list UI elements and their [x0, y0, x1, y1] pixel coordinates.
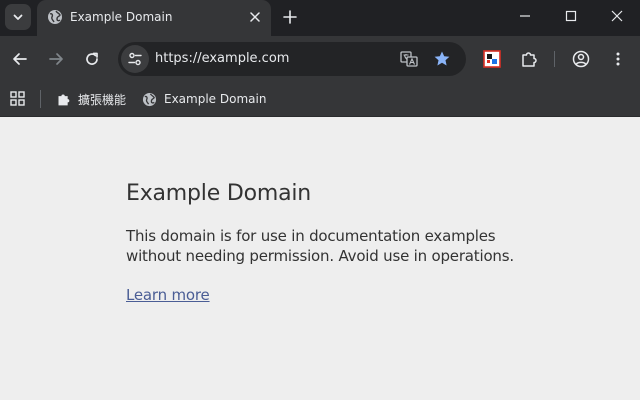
forward-button[interactable]	[44, 47, 68, 71]
bookmark-star-button[interactable]	[432, 50, 452, 68]
page-description: This domain is for use in documentation …	[126, 226, 526, 266]
arrow-right-icon	[49, 53, 63, 65]
address-bar[interactable]: https://example.com	[118, 42, 466, 76]
reload-button[interactable]	[80, 47, 104, 71]
plus-icon	[283, 10, 297, 24]
bookmark-label: Example Domain	[164, 92, 267, 106]
bookmarks-bar: 擴張機能 Example Domain	[0, 82, 640, 117]
new-tab-button[interactable]	[280, 7, 300, 27]
page-content: Example Domain This domain is for use in…	[0, 117, 640, 400]
minimize-icon	[520, 15, 530, 17]
translate-icon	[400, 51, 418, 67]
more-vertical-icon	[616, 52, 620, 66]
extension-app-icon	[483, 50, 501, 68]
toolbar-divider	[554, 51, 555, 67]
close-icon	[611, 10, 623, 22]
learn-more-link[interactable]: Learn more	[126, 285, 210, 305]
tune-icon	[128, 52, 142, 66]
back-button[interactable]	[8, 47, 32, 71]
bookmark-extensions[interactable]: 擴張機能	[56, 88, 126, 110]
tab-title: Example Domain	[70, 10, 173, 24]
extensions-menu-button[interactable]	[517, 47, 541, 71]
account-icon	[572, 50, 590, 68]
profile-button[interactable]	[569, 47, 593, 71]
maximize-icon	[565, 10, 577, 22]
tab-search-button[interactable]	[5, 4, 31, 30]
translate-button[interactable]	[399, 50, 419, 68]
globe-icon	[142, 92, 157, 106]
puzzle-icon	[58, 94, 70, 105]
close-window-button[interactable]	[594, 0, 640, 32]
bookmarks-divider	[40, 90, 41, 108]
maximize-button[interactable]	[548, 0, 594, 32]
menu-button[interactable]	[606, 47, 630, 71]
minimize-button[interactable]	[502, 0, 548, 32]
site-info-button[interactable]	[121, 45, 149, 73]
bookmark-label: 擴張機能	[78, 92, 127, 107]
globe-icon	[48, 10, 62, 24]
description-line-2: without needing permission. Avoid use in…	[126, 247, 514, 265]
reload-icon	[86, 52, 98, 65]
close-icon	[250, 12, 260, 22]
page-title: Example Domain	[126, 181, 312, 206]
bookmark-example-domain[interactable]: Example Domain	[142, 88, 266, 110]
active-tab[interactable]: Example Domain	[37, 0, 271, 36]
chevron-down-icon	[13, 14, 23, 20]
extension-button[interactable]	[480, 47, 504, 71]
description-line-1: This domain is for use in documentation …	[126, 227, 496, 245]
star-icon	[434, 51, 450, 66]
puzzle-icon	[522, 52, 537, 67]
apps-grid-icon[interactable]	[9, 90, 27, 108]
arrow-left-icon	[13, 53, 27, 65]
url-text[interactable]: https://example.com	[155, 51, 289, 67]
title-bar: Example Domain	[0, 0, 640, 36]
tab-close-button[interactable]	[247, 9, 263, 25]
toolbar: https://example.com	[0, 36, 640, 82]
